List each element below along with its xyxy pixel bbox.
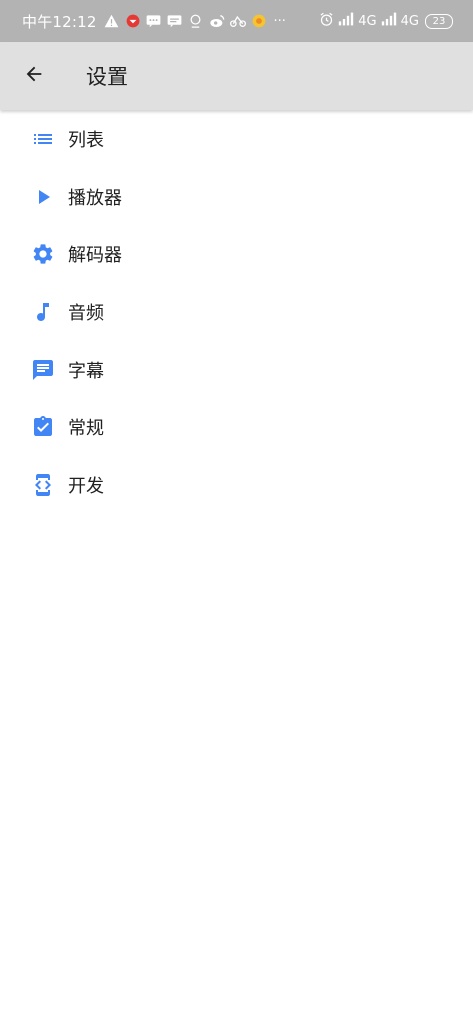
battery-icon: 23 — [425, 13, 453, 29]
developer-mode-icon — [31, 473, 55, 497]
alarm-icon — [319, 12, 334, 31]
network-type-2: 4G — [400, 13, 419, 29]
location-icon — [187, 12, 205, 30]
settings-item-decoder[interactable]: 解码器 — [0, 225, 473, 283]
list-icon — [31, 127, 55, 151]
settings-item-label: 开发 — [68, 475, 104, 497]
message-icon — [145, 12, 163, 30]
status-right-cluster: 4G 4G 23 — [319, 12, 453, 31]
settings-item-list[interactable]: 列表 — [0, 110, 473, 168]
chat-icon — [166, 12, 184, 30]
more-notifications-icon: ··· — [273, 13, 286, 29]
settings-item-audio[interactable]: 音频 — [0, 283, 473, 341]
warning-icon — [103, 12, 121, 30]
music-note-icon — [31, 300, 55, 324]
clipboard-check-icon — [31, 415, 55, 439]
signal-icon-2 — [381, 12, 397, 30]
play-icon — [31, 185, 55, 209]
notification-app-icon — [124, 12, 142, 30]
battery-level: 23 — [432, 15, 446, 27]
settings-item-label: 解码器 — [68, 245, 122, 267]
settings-item-label: 播放器 — [68, 187, 122, 209]
settings-item-label: 音频 — [68, 302, 104, 324]
weibo-icon — [208, 12, 226, 30]
network-type-1: 4G — [358, 13, 377, 29]
bike-app-icon — [229, 12, 247, 30]
settings-list: 列表 播放器 解码器 音频 字幕 常规 开发 — [0, 110, 473, 514]
page-title: 设置 — [86, 65, 128, 89]
settings-item-label: 字幕 — [68, 360, 104, 382]
status-bar: 中午12:12 ··· 4G 4G 23 — [0, 0, 473, 42]
settings-item-label: 常规 — [68, 418, 104, 440]
settings-item-player[interactable]: 播放器 — [0, 168, 473, 226]
app-bar: 设置 — [0, 42, 473, 110]
subtitle-icon — [31, 358, 55, 382]
coin-app-icon — [250, 12, 268, 30]
signal-icon-1 — [338, 12, 354, 30]
settings-item-general[interactable]: 常规 — [0, 398, 473, 456]
settings-item-developer[interactable]: 开发 — [0, 456, 473, 514]
settings-item-subtitle[interactable]: 字幕 — [0, 341, 473, 399]
status-time: 中午12:12 — [22, 12, 97, 31]
settings-item-label: 列表 — [68, 129, 104, 151]
back-button[interactable] — [0, 42, 68, 110]
arrow-back-icon — [23, 63, 45, 89]
gear-icon — [31, 242, 55, 266]
